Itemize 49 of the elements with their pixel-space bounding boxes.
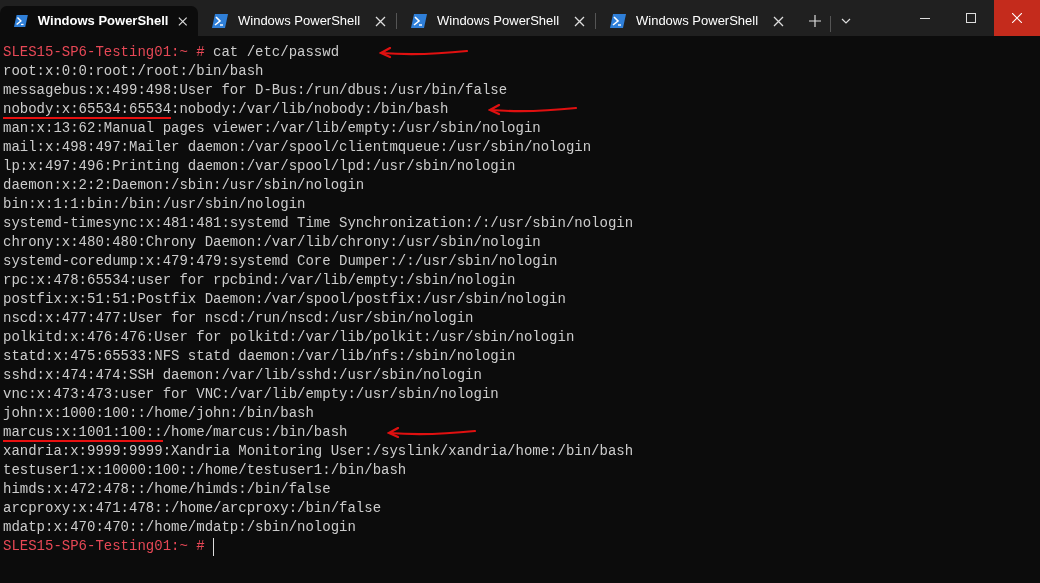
- output-line: sshd:x:474:474:SSH daemon:/var/lib/sshd:/usr/sbin/nologin: [3, 366, 482, 385]
- close-icon: [1012, 13, 1022, 23]
- close-icon[interactable]: [574, 15, 585, 27]
- minimize-icon: [920, 17, 930, 19]
- output-line: mdatp:x:470:470::/home/mdatp:/sbin/nologin: [3, 518, 356, 537]
- shell-prompt: SLES15-SP6-Testing01:~ #: [3, 43, 205, 62]
- output-line: chrony:x:480:480:Chrony Daemon:/var/lib/chrony:/usr/sbin/nologin: [3, 233, 541, 252]
- tab[interactable]: Windows PowerShell: [0, 6, 198, 36]
- output-line: marcus:x:1001:100::/home/marcus:/bin/bash: [3, 423, 348, 442]
- shell-prompt: SLES15-SP6-Testing01:~ #: [3, 537, 205, 556]
- chevron-down-icon: [841, 18, 851, 24]
- output-line: systemd-timesync:x:481:481:systemd Time Synchronization:/:/usr/sbin/nologin: [3, 214, 634, 233]
- tab-title: Windows PowerShell: [238, 12, 362, 31]
- command-text: cat /etc/passwd: [212, 43, 340, 62]
- output-line: vnc:x:473:473:user for VNC:/var/lib/empty:/usr/sbin/nologin: [3, 385, 499, 404]
- tab-title: Windows PowerShell: [437, 12, 561, 31]
- output-line: testuser1:x:10000:100::/home/testuser1:/bin/bash: [3, 461, 407, 480]
- output-line: xandria:x:9999:9999:Xandria Monitoring User:/syslink/xandria/home:/bin/bash: [3, 442, 634, 461]
- output-line: lp:x:497:496:Printing daemon:/var/spool/lpd:/usr/sbin/nologin: [3, 157, 516, 176]
- powershell-icon: [14, 14, 28, 28]
- tab[interactable]: Windows PowerShell: [397, 6, 595, 36]
- output-line: daemon:x:2:2:Daemon:/sbin:/usr/sbin/nologin: [3, 176, 365, 195]
- tab[interactable]: Windows PowerShell: [198, 6, 396, 36]
- close-icon[interactable]: [773, 15, 784, 27]
- tab[interactable]: Windows PowerShell: [596, 6, 794, 36]
- close-icon[interactable]: [178, 15, 188, 27]
- output-line: systemd-coredump:x:479:479:systemd Core Dumper:/:/usr/sbin/nologin: [3, 252, 558, 271]
- output-line: arcproxy:x:471:478::/home/arcproxy:/bin/false: [3, 499, 382, 518]
- output-line: rpc:x:478:65534:user for rpcbind:/var/lib/empty:/sbin/nologin: [3, 271, 516, 290]
- plus-icon: [809, 15, 821, 27]
- output-line: bin:x:1:1:bin:/bin:/usr/sbin/nologin: [3, 195, 306, 214]
- output-line: postfix:x:51:51:Postfix Daemon:/var/spool/postfix:/usr/sbin/nologin: [3, 290, 566, 309]
- powershell-icon: [212, 14, 228, 28]
- output-line: messagebus:x:499:498:User for D-Bus:/run/dbus:/usr/bin/false: [3, 81, 508, 100]
- output-line: john:x:1000:100::/home/john:/bin/bash: [3, 404, 314, 423]
- output-line: statd:x:475:65533:NFS statd daemon:/var/lib/nfs:/sbin/nologin: [3, 347, 516, 366]
- output-line: nobody:x:65534:65534:nobody:/var/lib/nobody:/bin/bash: [3, 100, 449, 119]
- maximize-icon: [966, 13, 976, 23]
- output-line: himds:x:472:478::/home/himds:/bin/false: [3, 480, 331, 499]
- tab-title: Windows PowerShell: [37, 12, 169, 31]
- output-line: mail:x:498:497:Mailer daemon:/var/spool/clientmqueue:/usr/sbin/nologin: [3, 138, 592, 157]
- output-line: nscd:x:477:477:User for nscd:/run/nscd:/usr/sbin/nologin: [3, 309, 474, 328]
- output-line: root:x:0:0:root:/root:/bin/bash: [3, 62, 264, 81]
- output-line: man:x:13:62:Manual pages viewer:/var/lib/empty:/usr/sbin/nologin: [3, 119, 541, 138]
- output-line: polkitd:x:476:476:User for polkitd:/var/lib/polkit:/usr/sbin/nologin: [3, 328, 575, 347]
- close-icon[interactable]: [375, 15, 386, 27]
- tab-title: Windows PowerShell: [636, 12, 760, 31]
- powershell-icon: [610, 14, 626, 28]
- powershell-icon: [411, 14, 427, 28]
